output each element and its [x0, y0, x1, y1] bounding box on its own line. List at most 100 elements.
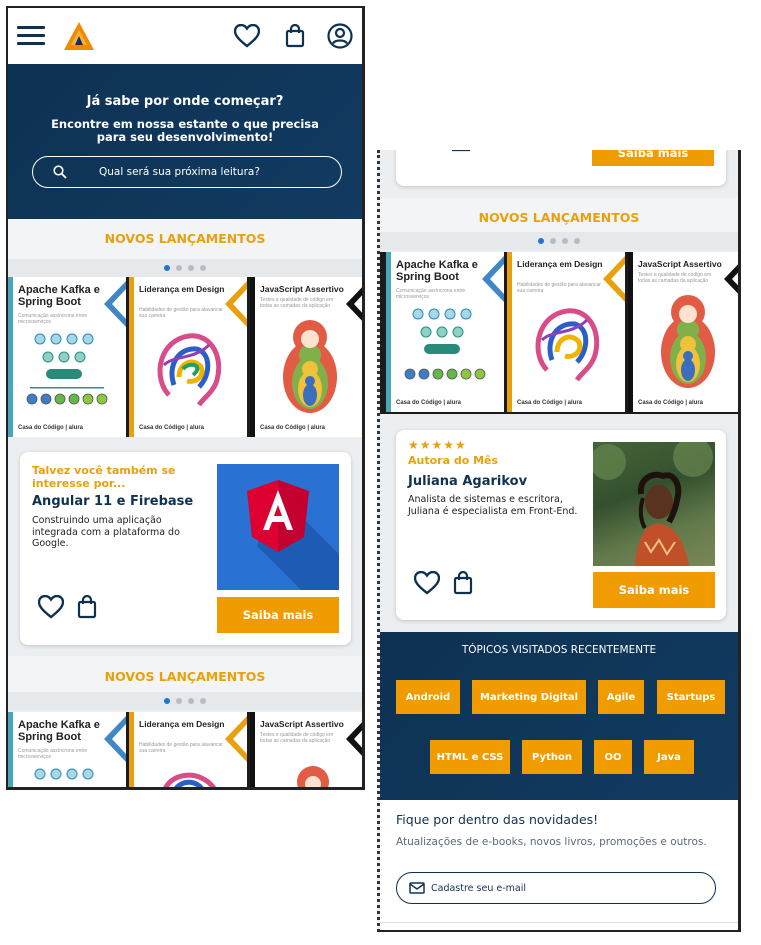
carousel-dot[interactable]	[164, 698, 170, 704]
book-cover-javascript[interactable]: JavaScript Assertivo Testes e qualidade …	[250, 712, 362, 787]
head-illustration	[157, 333, 222, 407]
learn-more-button[interactable]: Saiba mais	[593, 572, 715, 608]
book-cover-kafka[interactable]: Apache Kafka e Spring Boot Comunicação a…	[8, 712, 126, 787]
chevron-decoration-icon	[225, 281, 247, 327]
author-eyebrow: Autora do Mês	[408, 454, 499, 467]
diagram-illustration	[404, 308, 486, 380]
publisher-brand: Casa do Código | alura	[396, 400, 462, 406]
triangle-logo-icon[interactable]	[62, 20, 96, 52]
carousel-dot[interactable]	[164, 265, 170, 271]
carousel-dot[interactable]	[200, 698, 206, 704]
suggestion-card: Talvez você também se interesse por... A…	[20, 452, 351, 645]
book-stripe	[250, 277, 255, 437]
book-cover-kafka[interactable]: Apache Kafka e Spring Boot Comunicação a…	[8, 277, 126, 437]
search-input[interactable]	[99, 166, 319, 178]
carousel-dot[interactable]	[176, 698, 182, 704]
chevron-decoration-icon	[482, 256, 504, 302]
shopping-bag-icon[interactable]	[283, 22, 307, 50]
carousel-dot[interactable]	[188, 265, 194, 271]
publisher-brand: Casa do Código | alura	[139, 425, 205, 431]
book-subtitle: Comunicação assíncrona entre microsservi…	[18, 748, 88, 760]
topic-tag-startups[interactable]: Startups	[657, 680, 725, 714]
newsletter-email-field[interactable]	[396, 872, 716, 904]
chevron-decoration-icon	[603, 256, 625, 302]
hero-title: Já sabe por onde começar?	[86, 94, 284, 109]
book-stripe	[8, 277, 13, 437]
book-stripe	[129, 277, 134, 437]
topic-tag-python[interactable]: Python	[522, 740, 582, 774]
book-cover-lideranca[interactable]: Liderança em Design Habilidades de gestã…	[507, 252, 625, 412]
book-subtitle: Testes e qualidade de código em todas as…	[260, 732, 334, 744]
book-cover-lideranca[interactable]: Liderança em Design Habilidades de gestã…	[129, 277, 247, 437]
suggestion-title: Angular 11 e Firebase	[32, 494, 194, 509]
search-bar[interactable]	[32, 156, 342, 188]
author-name: Juliana Agarikov	[408, 474, 528, 489]
user-circle-icon[interactable]	[326, 22, 354, 50]
carousel-dots	[8, 259, 362, 277]
card-remnant-area: Saiba mais	[380, 150, 738, 198]
shopping-bag-icon[interactable]	[452, 150, 470, 152]
learn-more-button[interactable]: Saiba mais	[592, 150, 714, 166]
chevron-decoration-icon	[104, 716, 126, 762]
newsletter-description: Atualizações de e-books, novos livros, p…	[396, 836, 707, 848]
hamburger-menu-icon[interactable]	[16, 22, 46, 50]
learn-more-button[interactable]: Saiba mais	[217, 597, 339, 633]
book-cover-javascript[interactable]: JavaScript Assertivo Testes e qualidade …	[628, 252, 738, 412]
book-stripe	[129, 712, 134, 787]
book-stripe	[8, 712, 13, 787]
topic-tag-oo[interactable]: OO	[594, 740, 632, 774]
angular-book-cover[interactable]	[217, 464, 339, 590]
chevron-decoration-icon	[346, 722, 362, 756]
book-title: JavaScript Assertivo	[260, 284, 344, 294]
book-title: Liderança em Design	[517, 259, 603, 269]
carousel-dot[interactable]	[538, 238, 544, 244]
angular-logo-icon	[247, 480, 339, 590]
book-subtitle: Habilidades de gestão para alavancar sua…	[517, 282, 601, 294]
rating-stars-icon: ★★★★★	[408, 438, 467, 452]
heart-icon[interactable]	[37, 594, 65, 620]
previous-card: Saiba mais	[396, 150, 726, 186]
chevron-decoration-icon	[225, 716, 247, 762]
topic-tag-marketing-digital[interactable]: Marketing Digital	[472, 680, 586, 714]
carousel-dot[interactable]	[188, 698, 194, 704]
suggestion-eyebrow: Talvez você também se interesse por...	[32, 464, 176, 490]
publisher-brand: Casa do Código | alura	[638, 400, 704, 406]
carousel-dot[interactable]	[200, 265, 206, 271]
topic-tag-html-css[interactable]: HTML e CSS	[430, 740, 510, 774]
topic-tag-agile[interactable]: Agile	[598, 680, 644, 714]
publisher-brand: Casa do Código | alura	[517, 400, 583, 406]
chevron-decoration-icon	[346, 287, 362, 321]
carousel-dot[interactable]	[550, 238, 556, 244]
email-input[interactable]	[431, 882, 701, 894]
carousel-dots	[380, 232, 738, 250]
section-title-new-releases: NOVOS LANÇAMENTOS	[104, 231, 266, 246]
shopping-bag-icon[interactable]	[452, 570, 474, 596]
book-subtitle: Comunicação assíncrona entre microsservi…	[18, 313, 88, 325]
book-stripe	[250, 712, 255, 787]
head-illustration	[163, 772, 216, 787]
book-carousel: Apache Kafka e Spring Boot Comunicação a…	[8, 277, 362, 437]
book-stripe	[507, 252, 512, 412]
carousel-dot[interactable]	[562, 238, 568, 244]
book-cover-lideranca[interactable]: Liderança em Design Habilidades de gestã…	[129, 712, 247, 787]
suggestion-description: Construindo uma aplicação integrada com …	[32, 515, 180, 549]
book-subtitle: Habilidades de gestão para alavancar sua…	[139, 307, 223, 319]
book-cover-kafka[interactable]: Apache Kafka e Spring Boot Comunicação a…	[386, 252, 504, 412]
recent-topics-section: TÓPICOS VISITADOS RECENTEMENTE Android M…	[380, 632, 738, 800]
heart-icon[interactable]	[233, 22, 261, 50]
chevron-decoration-icon	[104, 281, 126, 327]
carousel-dot[interactable]	[574, 238, 580, 244]
heart-icon[interactable]	[413, 570, 441, 596]
topic-tag-java[interactable]: Java	[644, 740, 694, 774]
carousel-dot[interactable]	[176, 265, 182, 271]
shopping-bag-icon[interactable]	[76, 594, 98, 620]
book-title: Apache Kafka e Spring Boot	[18, 719, 100, 743]
section-title-new-releases: NOVOS LANÇAMENTOS	[478, 210, 640, 225]
chevron-decoration-icon	[724, 264, 738, 294]
newsletter-section: Fique por dentro das novidades! Atualiza…	[380, 800, 738, 930]
hero-banner: Já sabe por onde começar? Encontre em no…	[8, 64, 362, 219]
topic-tag-android[interactable]: Android	[396, 680, 460, 714]
book-subtitle: Testes e qualidade de código em todas as…	[260, 297, 334, 309]
book-cover-javascript[interactable]: JavaScript Assertivo Testes e qualidade …	[250, 277, 362, 437]
heart-icon[interactable]	[416, 150, 438, 152]
